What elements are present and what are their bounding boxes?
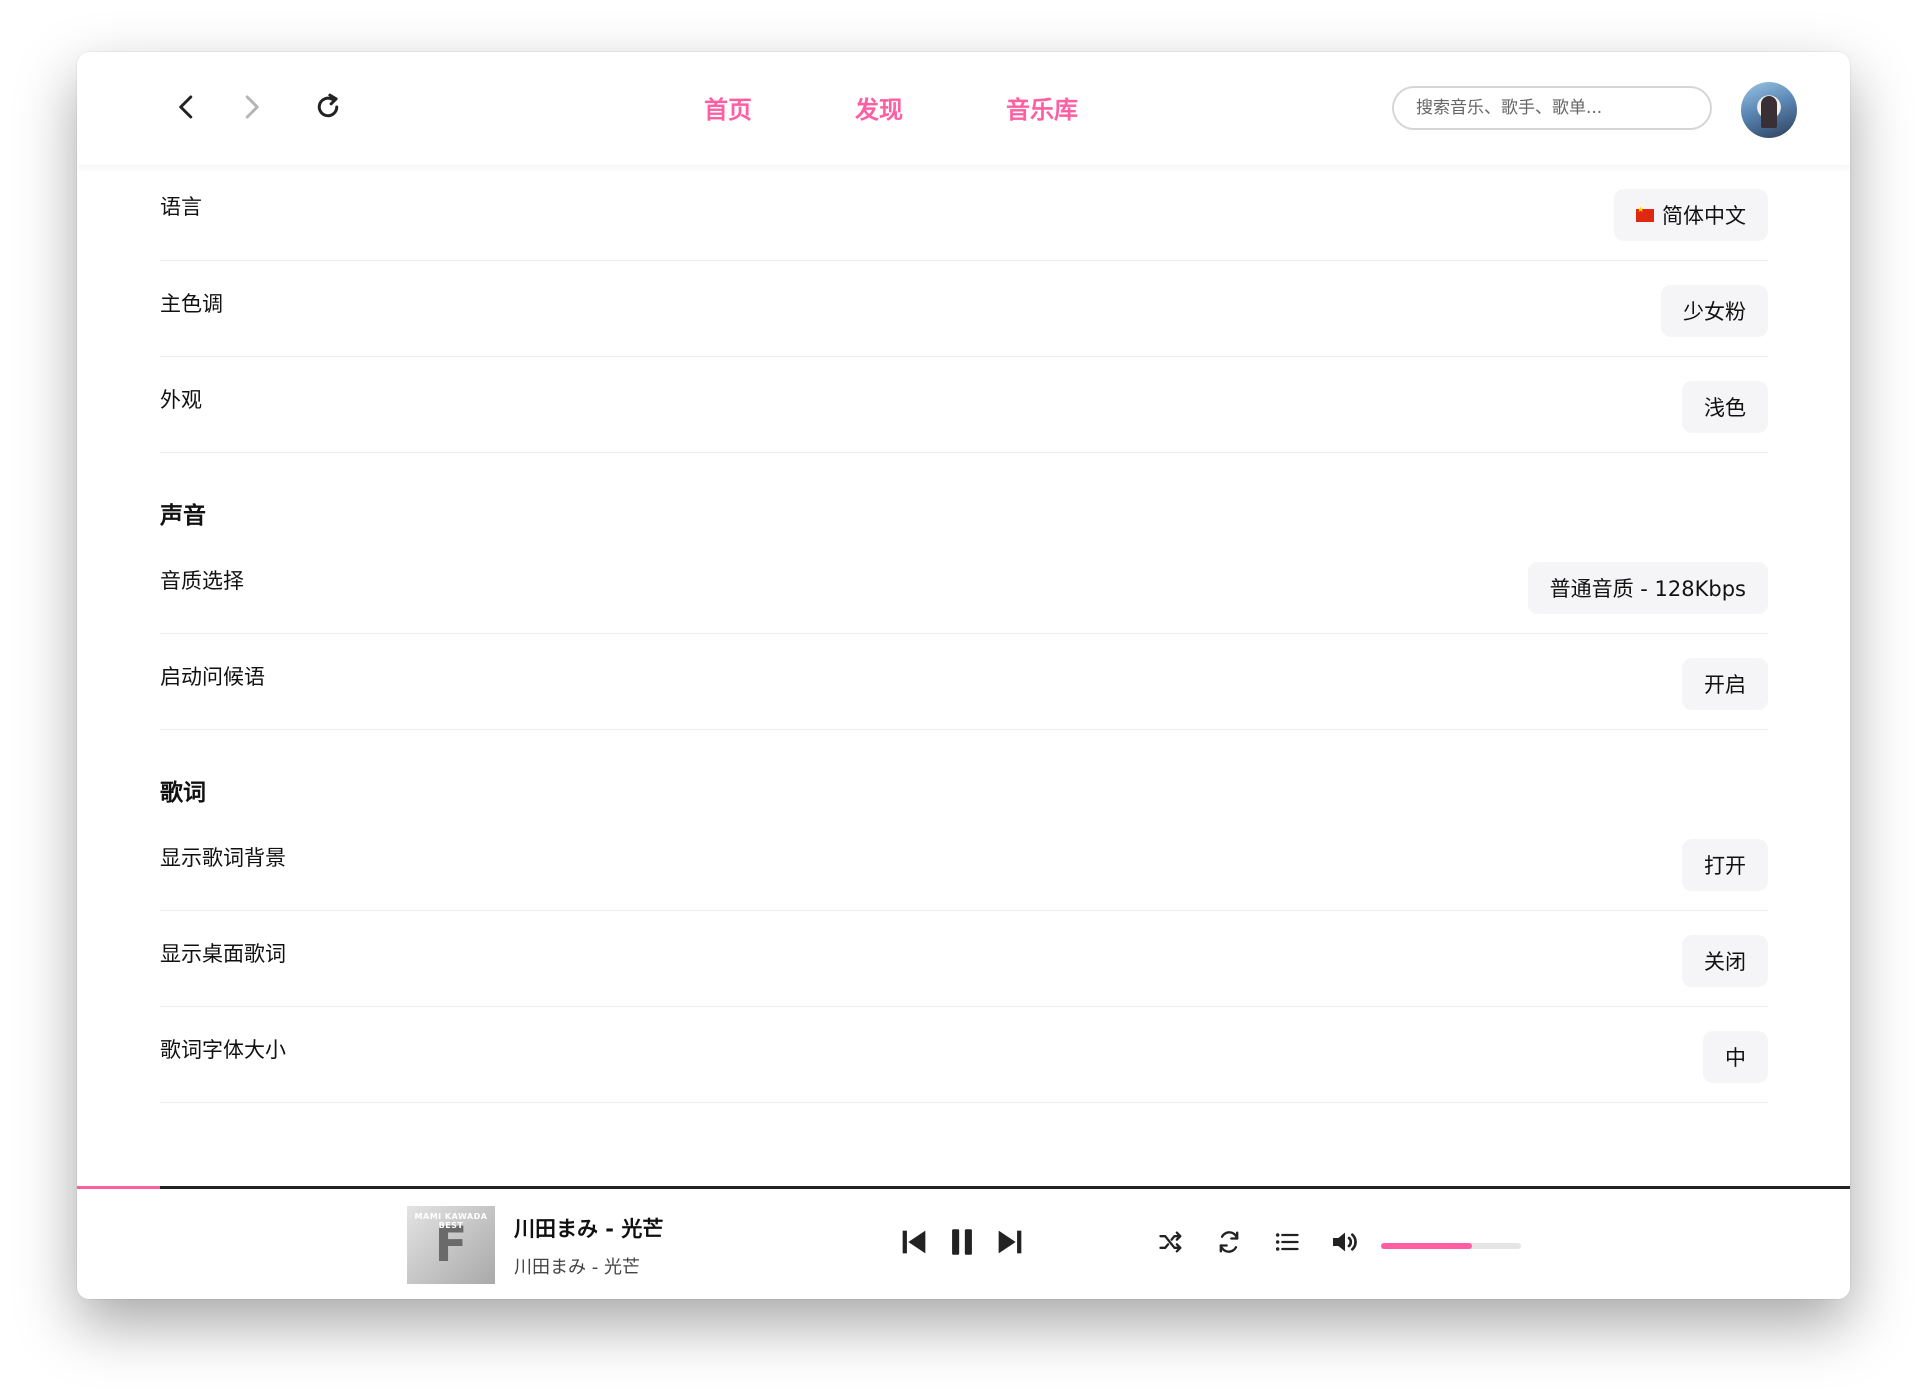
setting-label: 主色调 — [160, 292, 223, 316]
setting-row-lyrics-bg: 显示歌词背景 打开 — [160, 815, 1768, 911]
setting-row-greeting: 启动问候语 开启 — [160, 634, 1768, 730]
setting-label: 显示歌词背景 — [160, 846, 286, 870]
player-bar: MAMI KAWADA BEST F 川田まみ - 光芒 川田まみ - 光芒 — [77, 1189, 1850, 1299]
volume-slider[interactable] — [1381, 1243, 1521, 1249]
album-cover[interactable]: MAMI KAWADA BEST F — [407, 1206, 495, 1284]
setting-row-theme-color: 主色调 少女粉 — [160, 261, 1768, 357]
setting-value: 简体中文 — [1662, 204, 1746, 228]
list-icon — [1275, 1233, 1299, 1251]
setting-row-desktop-lyrics: 显示桌面歌词 关闭 — [160, 911, 1768, 1007]
app-window: 首页 发现 音乐库 语言 简体中文 主色调 少女粉 外观 浅色 — [77, 52, 1850, 1299]
track-title[interactable]: 川田まみ - 光芒 — [514, 1213, 663, 1243]
shuffle-button[interactable] — [1157, 1228, 1185, 1256]
refresh-button[interactable] — [308, 87, 348, 127]
lyrics-bg-toggle[interactable]: 打开 — [1682, 839, 1768, 891]
quality-select[interactable]: 普通音质 - 128Kbps — [1527, 562, 1768, 614]
refresh-icon — [317, 93, 339, 118]
greeting-toggle[interactable]: 开启 — [1682, 658, 1768, 710]
volume-slider-fill — [1381, 1243, 1472, 1249]
nav-discover[interactable]: 发现 — [855, 90, 903, 125]
cover-text: MAMI KAWADA BEST — [414, 1212, 488, 1230]
nav-library[interactable]: 音乐库 — [1006, 90, 1078, 125]
china-flag-icon — [1636, 205, 1654, 222]
playlist-button[interactable] — [1273, 1228, 1301, 1256]
setting-label: 语言 — [160, 195, 202, 219]
appearance-select[interactable]: 浅色 — [1682, 381, 1768, 433]
settings-content: 语言 简体中文 主色调 少女粉 外观 浅色 声音 音质选择 普通音质 - 128… — [160, 165, 1768, 1235]
theme-color-select[interactable]: 少女粉 — [1661, 285, 1768, 337]
chevron-right-icon — [245, 95, 259, 119]
pause-button[interactable] — [945, 1225, 979, 1259]
general-settings: 语言 简体中文 主色调 少女粉 外观 浅色 — [160, 165, 1768, 453]
repeat-icon — [1219, 1231, 1239, 1253]
setting-label: 音质选择 — [160, 569, 244, 593]
nav-home[interactable]: 首页 — [704, 90, 752, 125]
lyrics-settings: 显示歌词背景 打开 显示桌面歌词 关闭 歌词字体大小 中 — [160, 815, 1768, 1103]
lyrics-size-select[interactable]: 中 — [1703, 1031, 1768, 1083]
search-box — [1392, 86, 1712, 130]
setting-row-quality: 音质选择 普通音质 - 128Kbps — [160, 538, 1768, 634]
setting-row-appearance: 外观 浅色 — [160, 357, 1768, 453]
skip-next-icon — [998, 1230, 1022, 1254]
pause-icon — [952, 1229, 972, 1255]
setting-label: 外观 — [160, 388, 202, 412]
shuffle-icon — [1159, 1231, 1182, 1253]
setting-label: 启动问候语 — [160, 665, 265, 689]
volume-icon — [1333, 1232, 1357, 1252]
volume-button[interactable] — [1329, 1226, 1361, 1258]
track-artist[interactable]: 川田まみ - 光芒 — [514, 1253, 640, 1279]
skip-previous-icon — [902, 1230, 926, 1254]
setting-label: 显示桌面歌词 — [160, 942, 286, 966]
setting-label: 歌词字体大小 — [160, 1038, 286, 1062]
desktop-lyrics-toggle[interactable]: 关闭 — [1682, 935, 1768, 987]
previous-button[interactable] — [897, 1225, 931, 1259]
next-button[interactable] — [993, 1225, 1027, 1259]
back-button[interactable] — [167, 87, 207, 127]
top-navbar: 首页 发现 音乐库 — [77, 52, 1850, 165]
language-select[interactable]: 简体中文 — [1614, 189, 1768, 241]
search-input[interactable] — [1414, 97, 1698, 119]
repeat-button[interactable] — [1215, 1228, 1243, 1256]
setting-row-language: 语言 简体中文 — [160, 165, 1768, 261]
setting-row-lyrics-size: 歌词字体大小 中 — [160, 1007, 1768, 1103]
main-nav: 首页 发现 音乐库 — [704, 90, 1181, 125]
sound-settings: 音质选择 普通音质 - 128Kbps 启动问候语 开启 — [160, 538, 1768, 730]
avatar[interactable] — [1741, 82, 1797, 138]
forward-button[interactable] — [231, 87, 271, 127]
chevron-left-icon — [179, 95, 193, 119]
